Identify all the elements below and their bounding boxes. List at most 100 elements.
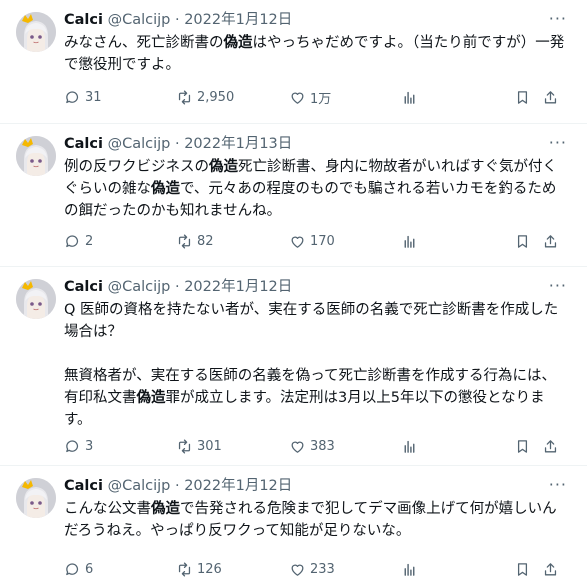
tweet-date[interactable]: 2022年1月12日 — [184, 12, 292, 28]
text-segment: 例の反ワクビジネスの — [64, 159, 209, 175]
bookmark-icon — [514, 561, 531, 578]
share-button[interactable] — [542, 435, 559, 457]
author-name[interactable]: Calci — [64, 279, 103, 295]
share-button[interactable] — [542, 230, 559, 252]
tweet-text: 例の反ワクビジネスの偽造死亡診断書、身内に物故者がいればすぐ気が付くぐらいの雑な… — [64, 156, 570, 222]
tweet[interactable]: Calci @Calcijp · 2022年1月12日 ··· Q 医師の資格を… — [0, 267, 587, 466]
author-handle[interactable]: @Calcijp — [108, 478, 171, 494]
share-upload-icon — [542, 438, 559, 455]
bookmark-icon — [514, 89, 531, 106]
separator-dot: · — [174, 12, 180, 28]
tweet-header: Calci @Calcijp · 2022年1月13日 — [64, 134, 292, 154]
reply-button[interactable]: 3 — [64, 435, 93, 457]
avatar-image — [16, 12, 56, 52]
retweet-count: 126 — [197, 561, 222, 577]
reply-button[interactable]: 31 — [64, 86, 102, 108]
separator-dot: · — [174, 478, 180, 494]
bookmark-button[interactable] — [514, 86, 531, 108]
reply-button[interactable]: 2 — [64, 230, 93, 252]
share-upload-icon — [542, 89, 559, 106]
tweet-actions: 2 82 170 — [64, 230, 569, 252]
highlighted-keyword: 偽造 — [209, 159, 238, 175]
speech-bubble-icon — [64, 89, 81, 106]
like-button[interactable]: 233 — [289, 558, 335, 580]
more-options-button[interactable]: ··· — [549, 9, 567, 28]
tweet-header: Calci @Calcijp · 2022年1月12日 — [64, 10, 292, 30]
like-count: 1万 — [310, 91, 332, 107]
author-name[interactable]: Calci — [64, 136, 103, 152]
like-count: 233 — [310, 561, 335, 577]
reply-count: 31 — [85, 89, 102, 105]
tweet[interactable]: Calci @Calcijp · 2022年1月12日 ··· こんな公文書偽造… — [0, 466, 587, 587]
share-button[interactable] — [542, 558, 559, 580]
like-button[interactable]: 383 — [289, 435, 335, 457]
highlighted-keyword: 偽造 — [223, 35, 253, 51]
bookmark-button[interactable] — [514, 230, 531, 252]
tweet-actions: 3 301 383 — [64, 435, 569, 457]
tweet-text: Q 医師の資格を持たない者が、実在する医師の名義で死亡診断書を作成した場合は？ … — [64, 299, 570, 431]
views-button[interactable] — [401, 435, 418, 457]
highlighted-keyword: 偽造 — [151, 501, 180, 517]
reply-button[interactable]: 6 — [64, 558, 93, 580]
more-options-button[interactable]: ··· — [549, 133, 567, 152]
avatar[interactable] — [16, 12, 56, 52]
tweet-date[interactable]: 2022年1月12日 — [184, 279, 292, 295]
tweet[interactable]: Calci @Calcijp · 2022年1月13日 ··· 例の反ワクビジネ… — [0, 124, 587, 267]
like-button[interactable]: 1万 — [289, 86, 331, 108]
more-options-button[interactable]: ··· — [549, 276, 567, 295]
author-handle[interactable]: @Calcijp — [108, 279, 171, 295]
text-segment: みなさん、死亡診断書の — [64, 35, 224, 51]
bookmark-icon — [514, 233, 531, 250]
author-handle[interactable]: @Calcijp — [108, 12, 171, 28]
like-button[interactable]: 170 — [289, 230, 335, 252]
speech-bubble-icon — [64, 233, 81, 250]
separator-dot: · — [174, 136, 180, 152]
bookmark-button[interactable] — [514, 435, 531, 457]
bar-chart-icon — [401, 561, 418, 578]
heart-outline-icon — [289, 233, 306, 250]
bar-chart-icon — [401, 233, 418, 250]
retweet-count: 301 — [197, 438, 222, 454]
tweet-text: こんな公文書偽造で告発される危険まで犯してデマ画像上げて何が嬉しいんだろうねえ。… — [64, 498, 570, 542]
share-upload-icon — [542, 561, 559, 578]
avatar-image — [16, 279, 56, 319]
tweet-date[interactable]: 2022年1月12日 — [184, 478, 292, 494]
avatar-image — [16, 478, 56, 518]
avatar[interactable] — [16, 279, 56, 319]
heart-outline-icon — [289, 561, 306, 578]
retweet-count: 82 — [197, 233, 214, 249]
avatar[interactable] — [16, 478, 56, 518]
tweet-date[interactable]: 2022年1月13日 — [184, 136, 292, 152]
author-name[interactable]: Calci — [64, 12, 103, 28]
tweet[interactable]: Calci @Calcijp · 2022年1月12日 ··· みなさん、死亡診… — [0, 0, 587, 124]
avatar-image — [16, 136, 56, 176]
retweet-button[interactable]: 301 — [176, 435, 222, 457]
highlighted-keyword: 偽造 — [151, 181, 180, 197]
author-handle[interactable]: @Calcijp — [108, 136, 171, 152]
retweet-button[interactable]: 82 — [176, 230, 214, 252]
reply-count: 2 — [85, 233, 94, 249]
share-button[interactable] — [542, 86, 559, 108]
text-segment: こんな公文書 — [64, 501, 151, 517]
separator-dot: · — [174, 279, 180, 295]
bar-chart-icon — [401, 89, 418, 106]
tweet-actions: 6 126 233 — [64, 558, 569, 580]
author-name[interactable]: Calci — [64, 478, 103, 494]
views-button[interactable] — [401, 86, 418, 108]
bar-chart-icon — [401, 438, 418, 455]
avatar[interactable] — [16, 136, 56, 176]
highlighted-keyword: 偽造 — [136, 390, 166, 406]
heart-outline-icon — [289, 89, 306, 106]
share-upload-icon — [542, 233, 559, 250]
tweet-text: みなさん、死亡診断書の偽造はやっちゃだめですよ。（当たり前ですが）一発で懲役刑で… — [64, 32, 570, 76]
bookmark-button[interactable] — [514, 558, 531, 580]
retweet-arrows-icon — [176, 233, 193, 250]
retweet-button[interactable]: 126 — [176, 558, 222, 580]
views-button[interactable] — [401, 558, 418, 580]
retweet-button[interactable]: 2,950 — [176, 86, 234, 108]
views-button[interactable] — [401, 230, 418, 252]
more-options-button[interactable]: ··· — [549, 475, 567, 494]
reply-count: 6 — [85, 561, 94, 577]
bookmark-icon — [514, 438, 531, 455]
like-count: 383 — [310, 438, 335, 454]
